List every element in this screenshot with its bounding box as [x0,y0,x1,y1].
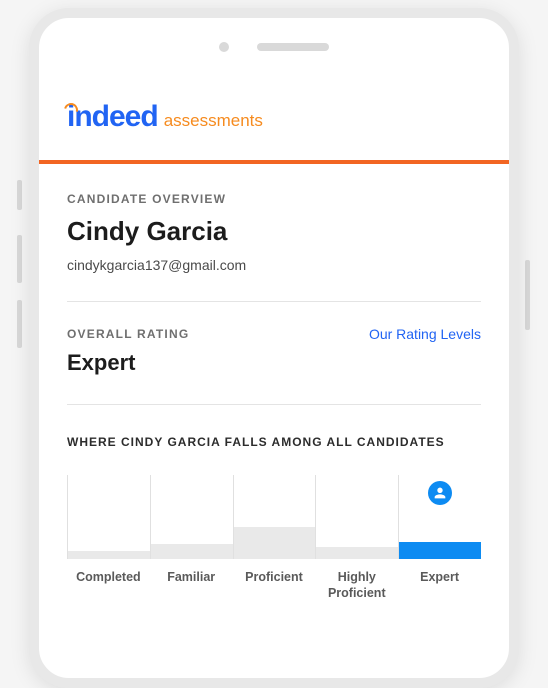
axis-label: Expert [398,569,481,602]
distribution-chart [67,475,481,559]
divider [67,404,481,405]
chart-column [151,475,234,559]
phone-side-button [17,180,22,210]
axis-label: Proficient [233,569,316,602]
phone-volume-down [17,300,22,348]
brand-logo: indeed assessments [67,100,481,134]
rating-label: OVERALL RATING [67,327,189,341]
axis-label: Completed [67,569,150,602]
phone-volume-up [17,235,22,283]
chart-column [316,475,399,559]
distribution-title: WHERE CINDY GARCIA FALLS AMONG ALL CANDI… [67,435,481,449]
chart-column [234,475,317,559]
chart-bar [234,527,316,559]
rating-header-row: OVERALL RATING Our Rating Levels [67,326,481,342]
rating-value: Expert [67,350,481,376]
chart-bar [316,547,398,559]
rating-levels-link[interactable]: Our Rating Levels [369,326,481,342]
axis-label: Highly Proficient [315,569,398,602]
brand-main-text: indeed [67,100,158,134]
chart-axis: Completed Familiar Proficient Highly Pro… [67,569,481,602]
brand-sub-text: assessments [164,111,263,131]
chart-bar [399,542,481,559]
phone-power-button [525,260,530,330]
candidate-marker-icon [428,481,452,505]
overview-label: CANDIDATE OVERVIEW [67,192,481,206]
axis-label: Familiar [150,569,233,602]
camera-icon [219,42,229,52]
chart-bar [151,544,233,559]
candidate-email: cindykgarcia137@gmail.com [67,257,481,273]
candidate-name: Cindy Garcia [67,216,481,247]
phone-notch [39,42,509,52]
phone-frame: indeed assessments CANDIDATE OVERVIEW Ci… [29,8,519,688]
speaker-icon [257,43,329,51]
divider [67,301,481,302]
candidate-overview-section: CANDIDATE OVERVIEW Cindy Garcia cindykga… [67,164,481,273]
app-content: indeed assessments CANDIDATE OVERVIEW Ci… [39,100,509,602]
chart-column [68,475,151,559]
chart-bar [68,551,150,559]
chart-column [399,475,481,559]
